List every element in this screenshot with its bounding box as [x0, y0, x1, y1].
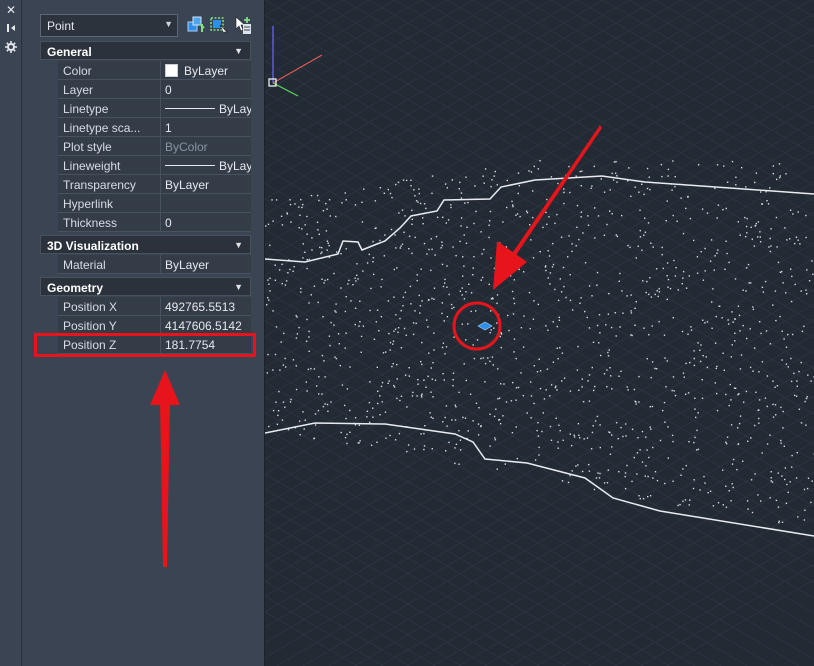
auto-hide-icon[interactable] — [4, 21, 18, 35]
property-value[interactable]: ByLayer — [161, 99, 251, 118]
selected-point-marker[interactable] — [477, 321, 493, 331]
color-swatch — [165, 64, 178, 77]
property-row-lineweight[interactable]: Lineweight ByLayer — [40, 156, 251, 175]
toggle-pickadd-icon[interactable] — [232, 14, 252, 36]
close-icon[interactable]: ✕ — [4, 3, 18, 17]
section-geometry[interactable]: Geometry ▼ — [40, 277, 251, 296]
chevron-down-icon: ▼ — [234, 240, 243, 250]
section-general-title: General — [47, 45, 92, 59]
select-objects-icon[interactable] — [209, 14, 229, 36]
annotation-arrow-vertical — [150, 370, 180, 567]
property-value[interactable]: ByLayer — [161, 255, 251, 274]
linetype-value: ByLayer — [219, 102, 251, 116]
property-value[interactable]: ByLayer — [161, 156, 251, 175]
property-label: Color — [58, 61, 161, 80]
section-3d-visualization-title: 3D Visualization — [47, 239, 139, 253]
chevron-down-icon: ▼ — [234, 46, 243, 56]
property-row-thickness[interactable]: Thickness 0 — [40, 213, 251, 232]
chevron-down-icon: ▼ — [234, 282, 243, 292]
object-type-value: Point — [47, 19, 75, 33]
property-label: Material — [58, 255, 161, 274]
palette-title-strip: ✕ — [0, 0, 22, 666]
properties-settings-icon[interactable] — [4, 40, 18, 54]
linetype-preview — [165, 108, 215, 109]
property-row-color[interactable]: Color ByLayer — [40, 61, 251, 80]
property-label: Linetype sca... — [58, 118, 161, 137]
section-general[interactable]: General ▼ — [40, 41, 251, 60]
lineweight-value: ByLayer — [219, 159, 251, 173]
property-label: Layer — [58, 80, 161, 99]
quick-select-icon[interactable] — [186, 14, 206, 36]
property-value[interactable]: ByLayer — [161, 175, 251, 194]
viewport-canvas[interactable] — [265, 0, 814, 666]
property-label: Transparency — [58, 175, 161, 194]
position-z-highlight — [34, 333, 256, 357]
property-label: Linetype — [58, 99, 161, 118]
property-row-linetype-scale[interactable]: Linetype sca... 1 — [40, 118, 251, 137]
property-row-layer[interactable]: Layer 0 — [40, 80, 251, 99]
property-row-transparency[interactable]: Transparency ByLayer — [40, 175, 251, 194]
property-row-hyperlink[interactable]: Hyperlink — [40, 194, 251, 213]
section-geometry-title: Geometry — [47, 281, 104, 295]
property-value[interactable]: ByLayer — [161, 61, 251, 80]
property-value[interactable]: 1 — [161, 118, 251, 137]
property-row-linetype[interactable]: Linetype ByLayer — [40, 99, 251, 118]
property-value[interactable]: 0 — [161, 213, 251, 232]
annotation-circle — [452, 301, 502, 351]
property-label: Lineweight — [58, 156, 161, 175]
property-value[interactable]: 0 — [161, 80, 251, 99]
object-type-dropdown[interactable]: Point ▼ — [40, 14, 178, 37]
property-label: Hyperlink — [58, 194, 161, 213]
property-label: Position X — [58, 297, 161, 316]
property-value[interactable]: 492765.5513 — [161, 297, 251, 316]
ucs-icon — [268, 26, 323, 97]
property-value[interactable] — [161, 194, 251, 213]
property-row-position-x[interactable]: Position X 492765.5513 — [40, 297, 251, 316]
lineweight-preview — [165, 165, 215, 166]
property-row-plot-style[interactable]: Plot style ByColor — [40, 137, 251, 156]
property-label: Thickness — [58, 213, 161, 232]
drawing-viewport[interactable] — [265, 0, 814, 666]
section-3d-visualization[interactable]: 3D Visualization ▼ — [40, 235, 251, 254]
isometric-grid — [265, 0, 814, 666]
property-label: Plot style — [58, 137, 161, 156]
property-row-material[interactable]: Material ByLayer — [40, 255, 251, 274]
property-value: ByColor — [161, 137, 251, 156]
chevron-down-icon: ▼ — [164, 19, 173, 29]
color-value: ByLayer — [184, 64, 229, 78]
